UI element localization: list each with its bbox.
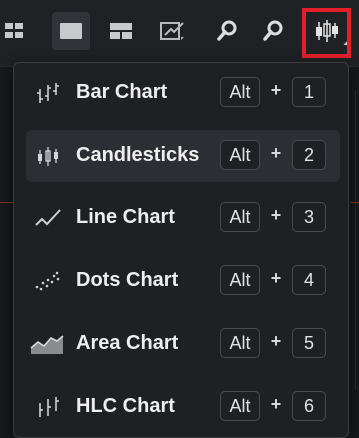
draw-tools-icon [160,22,184,40]
shortcut-plus: + [270,80,282,100]
shortcut-modifier-key: Alt [220,140,260,170]
bar-chart-icon [34,80,62,106]
shortcut-plus: + [270,394,282,414]
menu-item-label: Line Chart [76,206,175,228]
single-layout-button[interactable] [52,12,90,50]
grid-layout-button[interactable] [0,12,34,50]
split-layout-icon [110,23,132,39]
shortcut-number-key: 6 [292,391,326,421]
shortcut-modifier-key: Alt [220,77,260,107]
chart-scale-divider [355,90,356,390]
shortcut-plus: + [270,205,282,225]
menu-item-label: HLC Chart [76,395,175,417]
zoom-out-button[interactable] [254,12,292,50]
shortcut-modifier-key: Alt [220,391,260,421]
shortcut-number-key: 2 [292,140,326,170]
shortcut-modifier-key: Alt [220,265,260,295]
zoom-out-icon [263,20,283,41]
zoom-in-button[interactable] [208,12,246,50]
app-frame: Bar Chart Alt + 1 Candlesticks Alt + 2 L… [0,0,359,438]
single-layout-icon [60,23,82,39]
menu-item-bar-chart[interactable]: Bar Chart Alt + 1 [26,67,340,119]
shortcut-plus: + [270,331,282,351]
shortcut-number-key: 3 [292,202,326,232]
shortcut-modifier-key: Alt [220,202,260,232]
shortcut-number-key: 4 [292,265,326,295]
hlc-chart-icon [34,394,62,420]
chart-type-highlight [302,8,351,58]
area-chart-icon [30,331,64,357]
chart-toolbar [0,0,359,67]
shortcut-plus: + [270,268,282,288]
menu-item-label: Candlesticks [76,144,200,166]
menu-item-area-chart[interactable]: Area Chart Alt + 5 [26,318,340,370]
chart-price-line [0,202,14,203]
shortcut-plus: + [270,143,282,163]
shortcut-number-key: 1 [292,77,326,107]
line-chart-icon [34,205,62,231]
shortcut-modifier-key: Alt [220,328,260,358]
grid-layout-icon [5,23,23,38]
menu-item-hlc-chart[interactable]: HLC Chart Alt + 6 [26,381,340,433]
menu-item-label: Dots Chart [76,269,179,291]
menu-item-label: Area Chart [76,332,179,354]
menu-item-candlesticks[interactable]: Candlesticks Alt + 2 [26,130,340,182]
draw-tools-button[interactable] [154,12,192,50]
candlesticks-icon [34,143,62,169]
shortcut-number-key: 5 [292,328,326,358]
zoom-in-icon [217,20,237,41]
dots-chart-icon [34,268,62,294]
chart-type-menu: Bar Chart Alt + 1 Candlesticks Alt + 2 L… [13,62,349,438]
menu-item-label: Bar Chart [76,81,168,103]
split-layout-button[interactable] [102,12,140,50]
menu-item-line-chart[interactable]: Line Chart Alt + 3 [26,192,340,244]
menu-item-dots-chart[interactable]: Dots Chart Alt + 4 [26,255,340,307]
